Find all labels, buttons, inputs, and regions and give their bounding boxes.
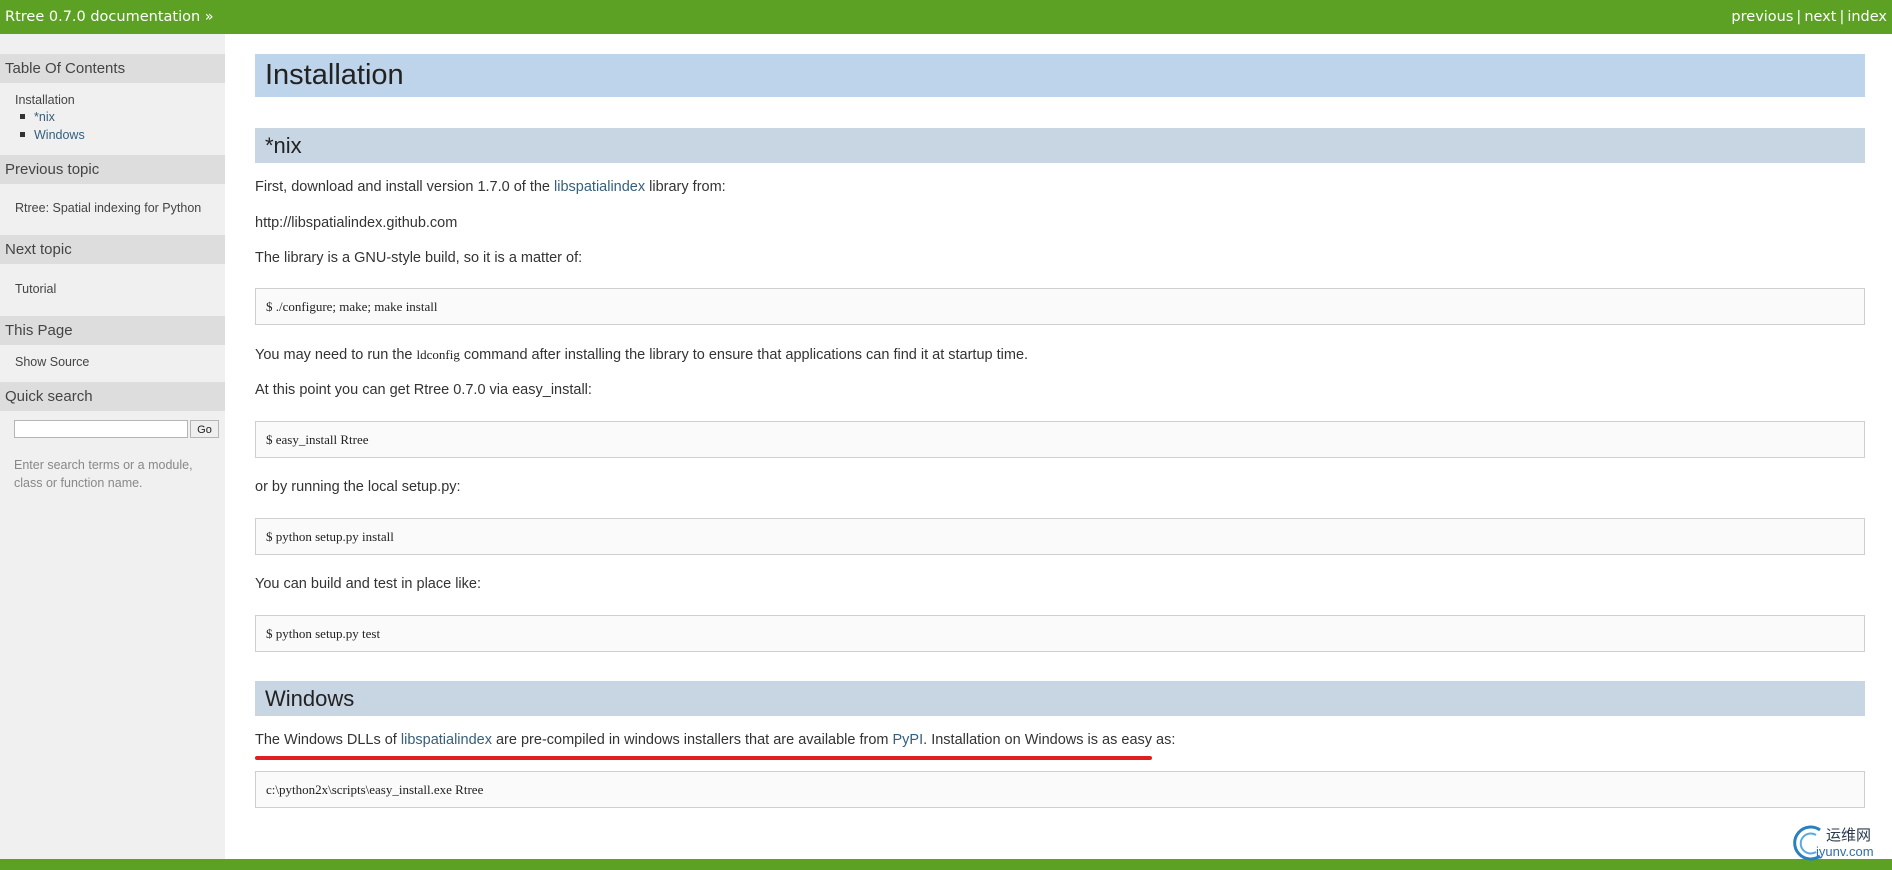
code-block-setup-install: $ python setup.py install (255, 518, 1865, 555)
text: are pre-compiled in windows installers t… (491, 732, 893, 748)
libspatialindex-link[interactable]: libspatialindex (401, 732, 492, 748)
toc-windows-link[interactable]: Windows (34, 128, 85, 142)
search-input[interactable] (14, 420, 188, 438)
nix-paragraph-setup: or by running the local setup.py: (255, 479, 461, 495)
next-topic-link[interactable]: Tutorial (15, 282, 56, 296)
main-content: Installation *nix First, download and in… (225, 34, 1892, 859)
search-go-button[interactable]: Go (190, 420, 219, 438)
nix-paragraph-ldconfig: You may need to run the ldconfig command… (255, 347, 1028, 363)
footer-bar (0, 859, 1892, 870)
text: library from: (645, 179, 726, 195)
toc-installation-link[interactable]: Installation (15, 93, 75, 107)
doc-title-link[interactable]: Rtree 0.7.0 documentation » (5, 9, 214, 25)
code-block-windows-install: c:\python2x\scripts\easy_install.exe Rtr… (255, 771, 1865, 808)
code-block-configure: $ ./configure; make; make install (255, 288, 1865, 325)
bullet-icon (20, 132, 25, 138)
section-heading-windows: Windows (255, 681, 1865, 716)
text: You may need to run the (255, 347, 417, 363)
libspatialindex-link[interactable]: libspatialindex (554, 179, 645, 195)
red-annotation-underline (255, 756, 1152, 760)
code-block-easy-install: $ easy_install Rtree (255, 421, 1865, 458)
previous-topic-link[interactable]: Rtree: Spatial indexing for Python (15, 201, 201, 215)
nix-paragraph-download: First, download and install version 1.7.… (255, 179, 726, 195)
nix-paragraph-easy-install: At this point you can get Rtree 0.7.0 vi… (255, 382, 592, 398)
toc-heading: Table Of Contents (0, 54, 225, 83)
text: First, download and install version 1.7.… (255, 179, 555, 195)
this-page-heading: This Page (0, 316, 225, 345)
sidebar: Table Of Contents Installation *nix Wind… (0, 34, 225, 859)
toc-nix-link[interactable]: *nix (34, 110, 55, 124)
page-title: Installation (255, 54, 1865, 97)
inline-code-ldconfig: ldconfig (416, 347, 460, 362)
next-link[interactable]: next (1804, 9, 1836, 25)
index-link[interactable]: index (1847, 9, 1887, 25)
quick-search-heading: Quick search (0, 382, 225, 411)
nav-separator: | (1796, 9, 1802, 25)
toc-item: Windows (20, 128, 85, 142)
nix-paragraph-test: You can build and test in place like: (255, 576, 481, 592)
section-heading-nix: *nix (255, 128, 1865, 163)
bullet-icon (20, 114, 25, 120)
search-hint-text: Enter search terms or a module, class or… (14, 458, 193, 490)
watermark-text-domain: iyunv.com (1816, 844, 1874, 859)
nav-separator: | (1839, 9, 1845, 25)
next-topic-heading: Next topic (0, 235, 225, 264)
pypi-link[interactable]: PyPI (893, 732, 924, 748)
top-navbar: Rtree 0.7.0 documentation » previous | nex… (0, 0, 1892, 34)
site-watermark: 运维网 iyunv.com (1790, 822, 1890, 862)
libspatialindex-url-link[interactable]: http://libspatialindex.github.com (255, 215, 457, 231)
previous-link[interactable]: previous (1731, 9, 1793, 25)
code-block-setup-test: $ python setup.py test (255, 615, 1865, 652)
watermark-text-cn: 运维网 (1826, 826, 1872, 844)
related-nav: previous | next | index (1731, 9, 1887, 25)
show-source-link[interactable]: Show Source (15, 355, 89, 369)
text: The Windows DLLs of (255, 732, 401, 748)
toc-item: *nix (20, 110, 55, 124)
text: command after installing the library to … (459, 347, 1029, 363)
text: . Installation on Windows is as easy as: (923, 732, 1176, 748)
nix-paragraph-build: The library is a GNU-style build, so it … (255, 250, 583, 266)
previous-topic-heading: Previous topic (0, 155, 225, 184)
windows-paragraph: The Windows DLLs of libspatialindex are … (255, 732, 1175, 748)
